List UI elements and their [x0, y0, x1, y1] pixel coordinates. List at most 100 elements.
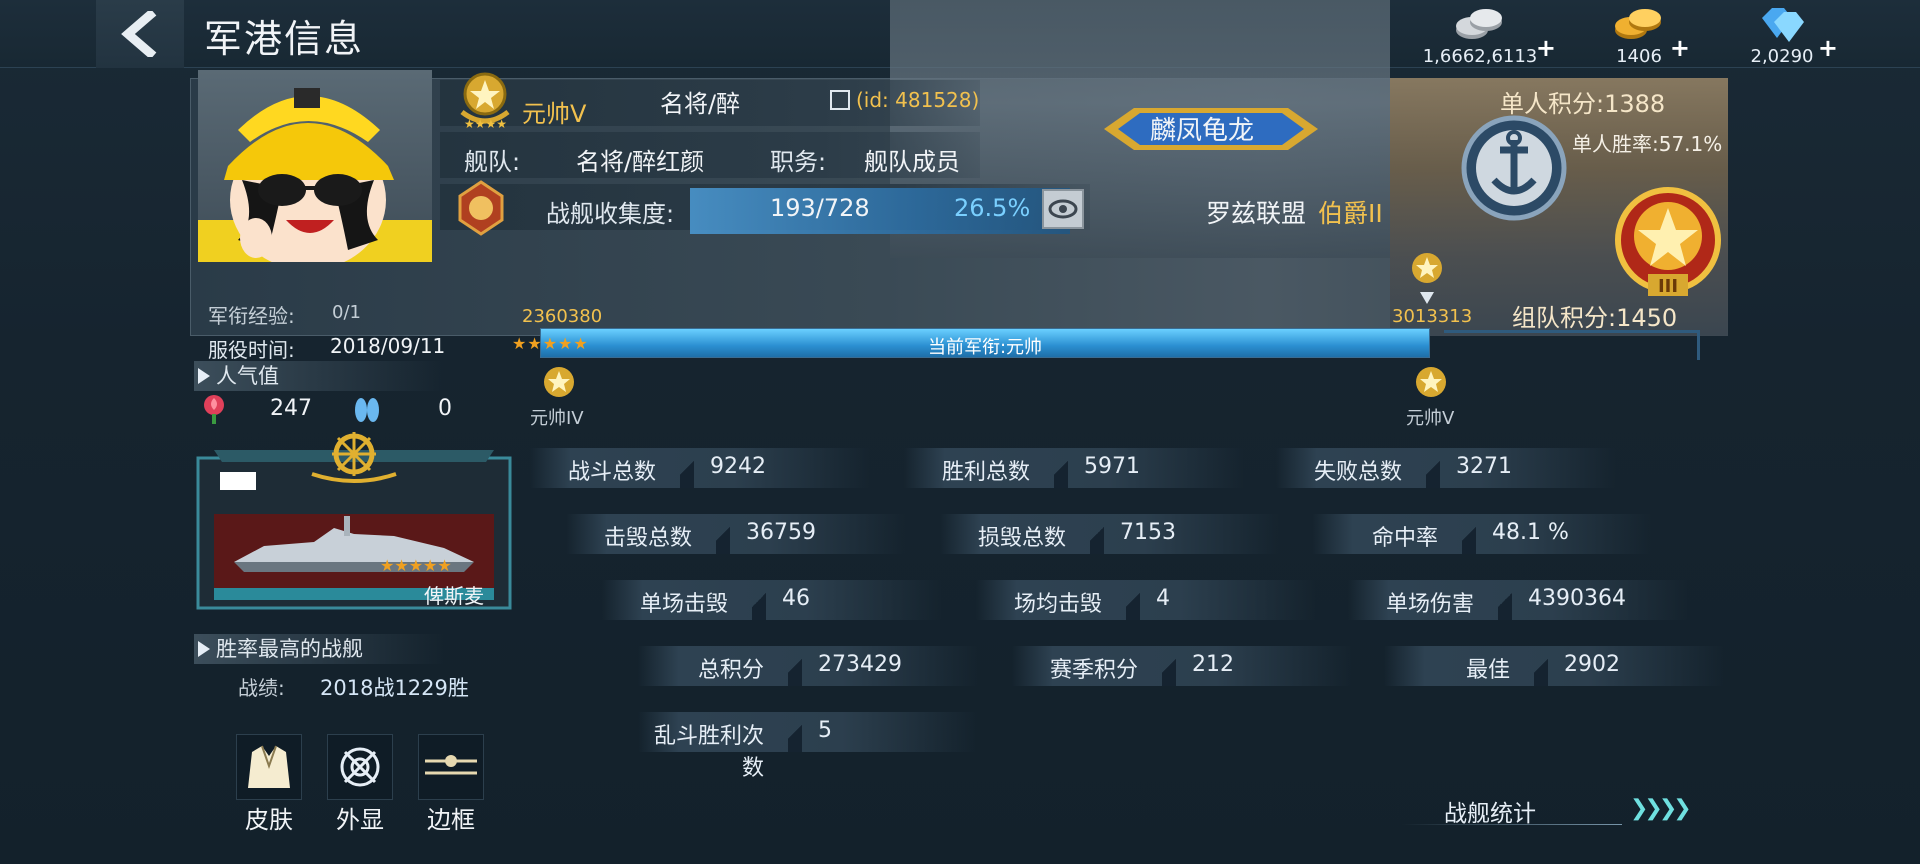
collection-label: 战舰收集度:	[546, 200, 675, 228]
diamond-currency[interactable]: 2,0290 +	[1732, 4, 1838, 67]
skin-button[interactable]	[236, 734, 302, 800]
rank-points-start: 2360380	[522, 306, 603, 327]
stat-divider	[1426, 448, 1440, 488]
stat-label: 战斗总数	[567, 460, 656, 485]
rank-exp-label: 军衔经验:	[208, 304, 295, 328]
appearance-button[interactable]	[327, 734, 393, 800]
stat-divider	[1090, 514, 1104, 554]
service-time-value: 2018/09/11	[330, 334, 446, 358]
avatar[interactable]	[198, 70, 432, 262]
slipper-icon[interactable]	[352, 396, 382, 424]
player-name: 名将/醉	[660, 90, 741, 118]
anchor-medal-icon[interactable]	[1460, 114, 1568, 224]
stat-value: 4	[1156, 586, 1170, 611]
stat-label: 失败总数	[1313, 460, 1402, 485]
slipper-count: 0	[438, 396, 452, 421]
fleet-badge-text: 麟凤龟龙	[1150, 116, 1255, 146]
stat-divider	[1534, 646, 1548, 686]
view-collection-button[interactable]	[1042, 189, 1084, 229]
stat-battles-total: 战斗总数 9242	[530, 448, 870, 488]
stat-value: 212	[1192, 652, 1234, 677]
stat-total-score: 总积分 273429	[638, 646, 978, 686]
stat-brawl-wins: 乱斗胜利次数 5	[638, 712, 978, 781]
chevrons-right-icon: ❯❯❯❯	[1630, 796, 1692, 821]
silver-currency[interactable]: 1,6662,6113 +	[1410, 4, 1556, 67]
player-id[interactable]: (id: 481528)	[830, 88, 979, 112]
record-value: 2018战1229胜	[320, 676, 469, 700]
duty-value: 舰队成员	[864, 148, 960, 176]
avatar-portrait-icon	[198, 88, 432, 262]
stat-label: 击毁总数	[603, 526, 692, 551]
stat-divider	[716, 514, 730, 554]
stat-best-score: 最佳 2902	[1384, 646, 1724, 686]
prev-rank-name: 元帅IV	[530, 408, 584, 429]
stat-value: 46	[782, 586, 810, 611]
team-score: 组队积分:1450	[1512, 304, 1678, 332]
diamond-add-icon[interactable]: +	[1818, 34, 1838, 62]
stat-divider	[1498, 580, 1512, 620]
stat-single-match-kills: 单场击毁 46	[602, 580, 942, 620]
gold-add-icon[interactable]: +	[1670, 34, 1690, 62]
frame-icon	[425, 755, 477, 775]
record-label: 战绩:	[238, 676, 285, 700]
stat-wins-total: 胜利总数 5971	[904, 448, 1244, 488]
stat-label: 胜利总数	[941, 460, 1030, 485]
skin-label: 皮肤	[245, 806, 293, 834]
stat-label: 命中率	[1371, 526, 1438, 551]
ship-stars: ★★★★★	[380, 556, 452, 575]
team-medal-icon[interactable]: III	[1614, 186, 1722, 300]
fleet-stats-button[interactable]: 战舰统计 ❯❯❯❯	[1402, 790, 1702, 827]
stat-value: 4390364	[1528, 586, 1626, 611]
alliance-info: 罗兹联盟 伯爵II	[1206, 194, 1383, 230]
stat-hit-rate: 命中率 48.1 %	[1312, 514, 1652, 554]
stat-label: 乱斗胜利次数	[653, 724, 764, 781]
stat-divider	[1162, 646, 1176, 686]
marshal-rank-icon: ★★★★	[460, 72, 510, 130]
crosshair-icon	[340, 747, 380, 787]
prev-rank-icon	[544, 367, 574, 397]
stat-divider	[788, 712, 802, 752]
rank-stars: ★★★★★	[512, 334, 589, 353]
progress-frame	[1444, 330, 1700, 360]
rank-name: 元帅V	[522, 100, 587, 128]
back-button[interactable]	[96, 0, 184, 68]
progress-pointer	[1420, 292, 1434, 304]
collection-count: 193/728	[770, 194, 870, 222]
suit-icon	[248, 745, 290, 788]
fleet-label: 舰队:	[464, 148, 521, 176]
edit-icon[interactable]	[830, 90, 850, 110]
silver-add-icon[interactable]: +	[1536, 34, 1556, 62]
eye-icon	[1048, 199, 1078, 219]
stat-value: 48.1 %	[1492, 520, 1569, 545]
fleet-name: 名将/醉红颜	[576, 148, 705, 176]
appearance-label: 外显	[336, 806, 384, 834]
back-arrow-icon	[121, 11, 157, 57]
stat-kills-total: 击毁总数 36759	[566, 514, 906, 554]
gold-coins-icon	[1615, 9, 1661, 39]
service-time-label: 服役时间:	[208, 338, 295, 362]
next-rank-icon	[1416, 367, 1446, 397]
stat-value: 7153	[1120, 520, 1176, 545]
stat-average-kills: 场均击毁 4	[976, 580, 1316, 620]
rose-icon[interactable]	[200, 394, 228, 424]
svg-text:★★★★: ★★★★	[464, 117, 507, 130]
stat-divider	[752, 580, 766, 620]
stat-value: 36759	[746, 520, 816, 545]
frame-button[interactable]	[418, 734, 484, 800]
rose-count: 247	[270, 396, 312, 421]
duty-label: 职务:	[770, 148, 827, 176]
solo-win-rate: 单人胜率:57.1%	[1572, 132, 1723, 156]
gold-currency[interactable]: 1406 +	[1594, 4, 1690, 67]
rank-progress-bar: 当前军衔:元帅	[540, 328, 1430, 358]
stat-divider	[1462, 514, 1476, 554]
stat-losses-destroyed-total: 损毁总数 7153	[940, 514, 1280, 554]
stat-divider	[788, 646, 802, 686]
stat-label: 场均击毁	[1013, 592, 1102, 617]
stat-label: 单场伤害	[1385, 592, 1474, 617]
alliance-name: 罗兹联盟	[1206, 199, 1307, 228]
best-ship-name: 俾斯麦	[424, 584, 484, 608]
stat-label: 赛季积分	[1049, 658, 1138, 683]
fleet-stats-label: 战舰统计	[1444, 801, 1536, 827]
best-ship-heading: 胜率最高的战舰	[194, 634, 444, 664]
diamonds-icon	[1762, 8, 1804, 42]
